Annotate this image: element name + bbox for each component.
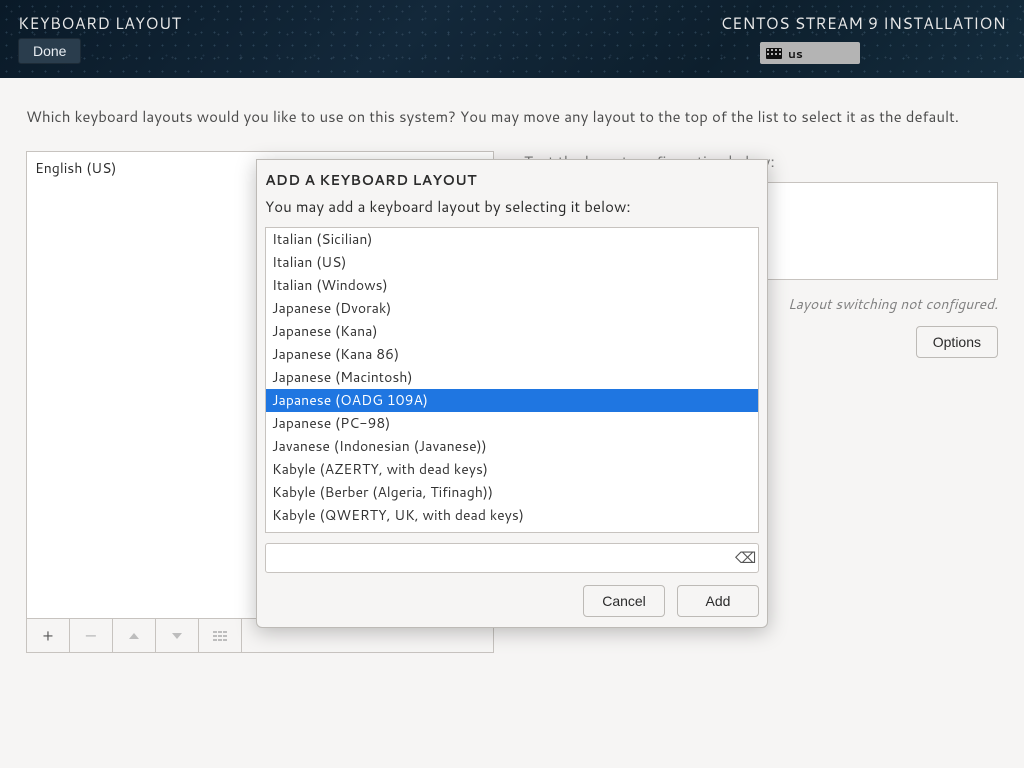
available-layout-row[interactable]: Italian (US): [266, 251, 758, 274]
keyboard-grid-icon: [213, 631, 227, 641]
available-layout-row[interactable]: Japanese (Macintosh): [266, 366, 758, 389]
chevron-up-icon: [129, 633, 139, 639]
available-layout-row[interactable]: Japanese (Kana 86): [266, 343, 758, 366]
done-button[interactable]: Done: [18, 38, 81, 64]
preview-layout-button[interactable]: [199, 619, 242, 652]
layout-search-input[interactable]: [265, 543, 759, 573]
product-title: CENTOS STREAM 9 INSTALLATION: [721, 12, 1006, 35]
header-bar: KEYBOARD LAYOUT Done CENTOS STREAM 9 INS…: [0, 0, 1024, 78]
available-layout-row[interactable]: Kabyle (Berber (Algeria, Tifinagh)): [266, 481, 758, 504]
move-up-button[interactable]: [113, 619, 156, 652]
available-layout-row[interactable]: Japanese (PC-98): [266, 412, 758, 435]
available-layout-row[interactable]: Japanese (Kana): [266, 320, 758, 343]
remove-layout-button[interactable]: −: [70, 619, 113, 652]
available-layout-row[interactable]: Japanese (OADG 109A): [266, 389, 758, 412]
cancel-button[interactable]: Cancel: [583, 585, 665, 617]
available-layout-row[interactable]: Japanese (Dvorak): [266, 297, 758, 320]
instruction-text: Which keyboard layouts would you like to…: [26, 106, 998, 127]
keyboard-icon: [766, 48, 782, 59]
available-layout-row[interactable]: Kabyle (QWERTY, UK, with dead keys): [266, 504, 758, 527]
plus-icon: +: [43, 624, 54, 647]
page-title: KEYBOARD LAYOUT: [18, 12, 181, 35]
move-down-button[interactable]: [156, 619, 199, 652]
options-button[interactable]: Options: [916, 326, 998, 358]
available-layout-row[interactable]: Javanese (Indonesian (Javanese)): [266, 435, 758, 458]
clear-search-button[interactable]: ⌫: [735, 549, 753, 567]
dialog-subtitle: You may add a keyboard layout by selecti…: [265, 196, 759, 217]
add-layout-button[interactable]: +: [27, 619, 70, 652]
layout-search: ⌫: [265, 543, 759, 573]
available-layout-row[interactable]: Italian (Windows): [266, 274, 758, 297]
available-layouts-list[interactable]: Italian (Sicilian)Italian (US)Italian (W…: [265, 227, 759, 533]
add-layout-dialog: ADD A KEYBOARD LAYOUT You may add a keyb…: [256, 159, 768, 628]
keyboard-indicator[interactable]: us: [760, 42, 860, 64]
keyboard-indicator-label: us: [788, 45, 803, 62]
backspace-icon: ⌫: [735, 547, 756, 568]
add-button[interactable]: Add: [677, 585, 759, 617]
chevron-down-icon: [172, 633, 182, 639]
dialog-title: ADD A KEYBOARD LAYOUT: [265, 170, 759, 190]
minus-icon: −: [84, 624, 97, 647]
available-layout-row[interactable]: Kabyle (AZERTY, with dead keys): [266, 458, 758, 481]
available-layout-row[interactable]: Kabyle (QWERTY, US, with dead keys): [266, 527, 758, 533]
available-layout-row[interactable]: Italian (Sicilian): [266, 228, 758, 251]
